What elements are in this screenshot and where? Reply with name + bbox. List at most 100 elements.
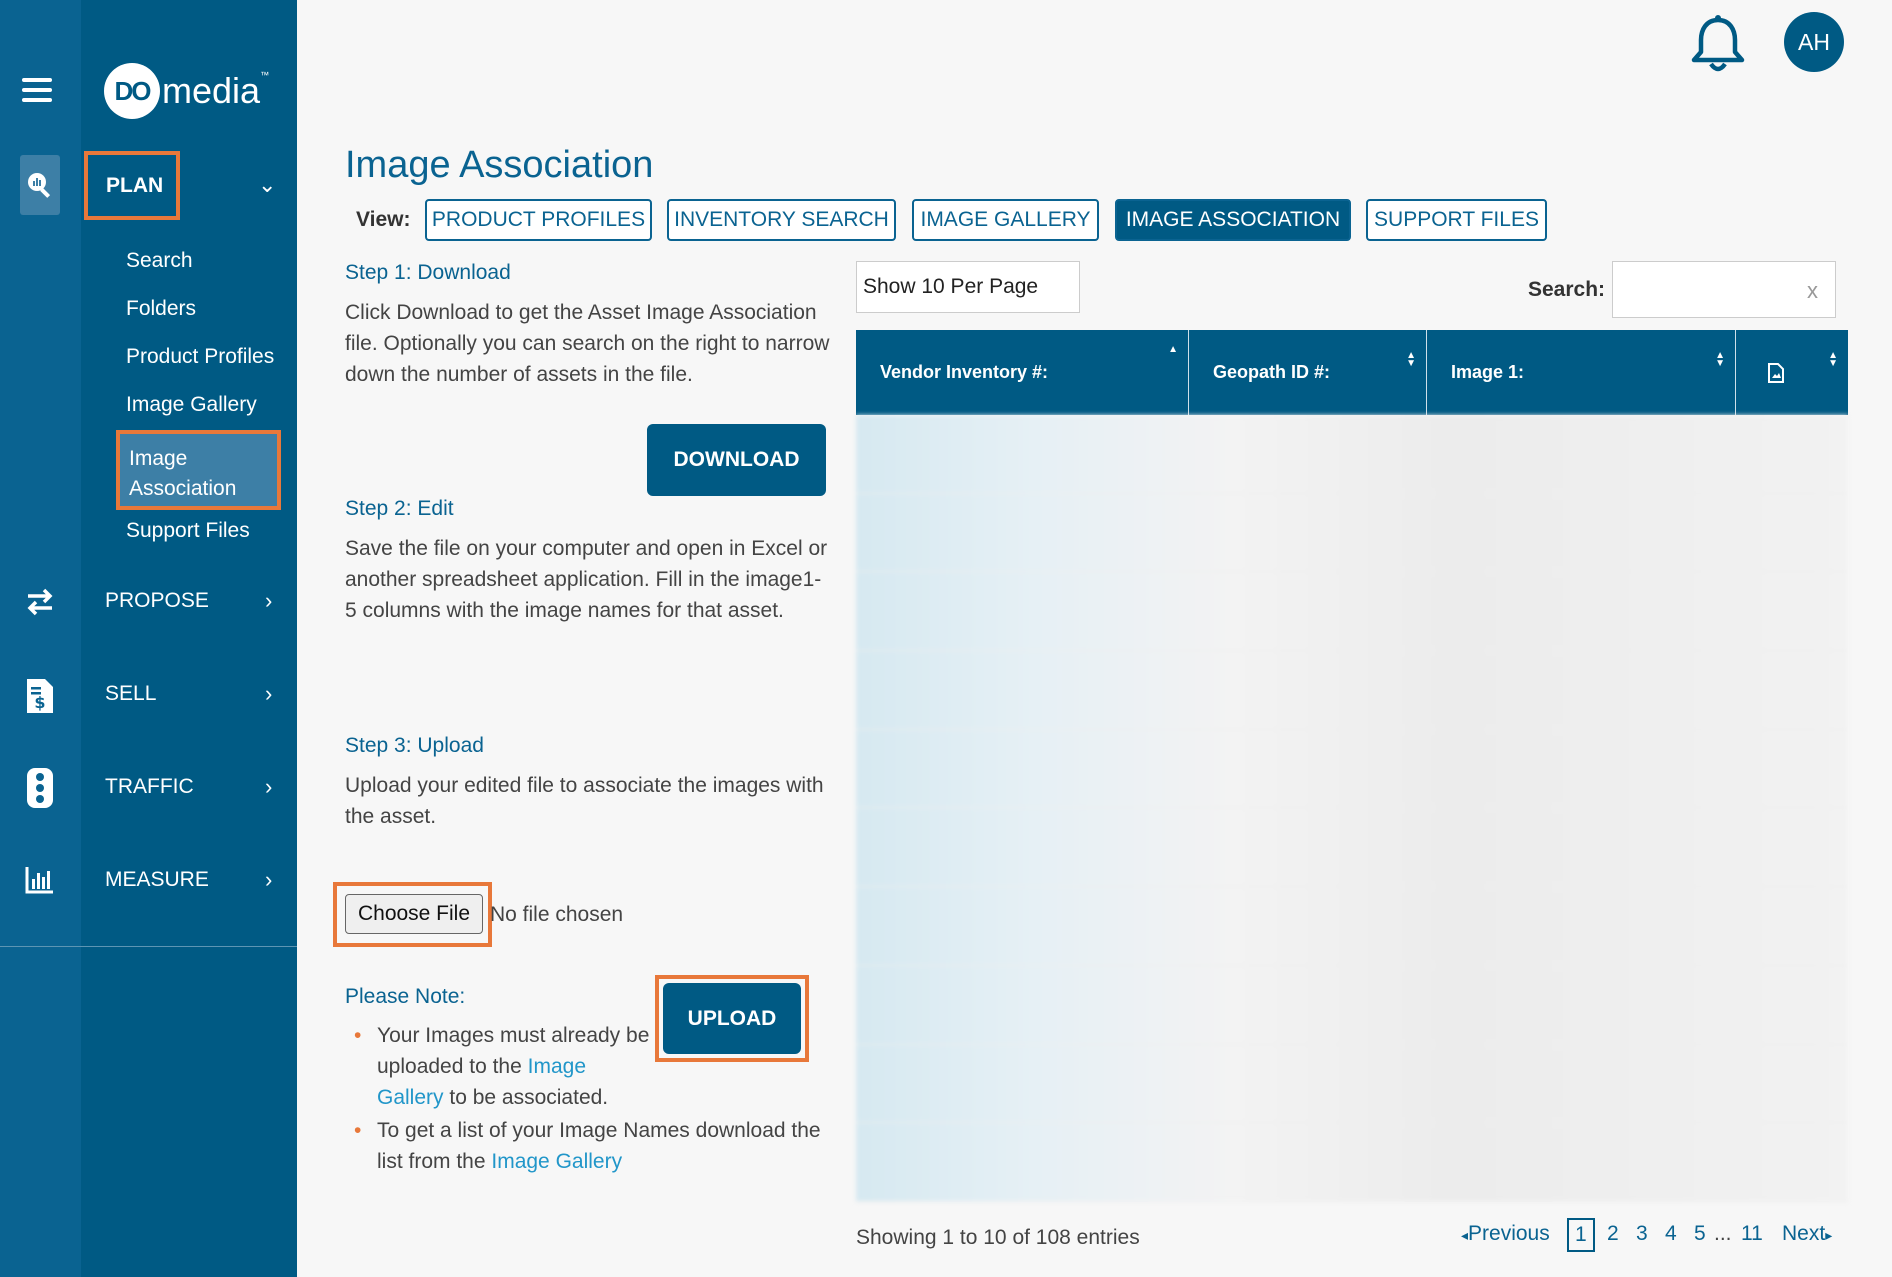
tab-support-files[interactable]: SUPPORT FILES bbox=[1366, 199, 1547, 241]
table-row[interactable] bbox=[856, 415, 1848, 494]
table-row[interactable] bbox=[856, 808, 1848, 888]
pager-page-current[interactable]: 1 bbox=[1567, 1218, 1595, 1252]
logo-mark: DO bbox=[104, 63, 160, 119]
pager-next-label: Next bbox=[1782, 1222, 1826, 1245]
measure-chart-icon[interactable] bbox=[20, 860, 60, 900]
table-row[interactable] bbox=[856, 494, 1848, 573]
step1-title: Step 1: Download bbox=[345, 261, 511, 284]
logo-text: media bbox=[162, 70, 261, 111]
sort-icon: ▲ ▼ bbox=[1406, 350, 1416, 369]
view-label: View: bbox=[356, 208, 411, 231]
table-info: Showing 1 to 10 of 108 entries bbox=[856, 1226, 1140, 1249]
pager-page-last[interactable]: 11 bbox=[1741, 1222, 1763, 1246]
note-title: Please Note: bbox=[345, 985, 466, 1008]
per-page-select[interactable]: Show 10 Per Page bbox=[856, 261, 1080, 313]
subnav-image-association-line1: Image bbox=[129, 447, 188, 470]
subnav-product-profiles[interactable]: Product Profiles bbox=[126, 345, 274, 369]
file-status: No file chosen bbox=[490, 903, 624, 926]
caret-left-icon: ◂ bbox=[1461, 1227, 1469, 1243]
step1-text: Click Download to get the Asset Image As… bbox=[345, 301, 830, 386]
col-image-1-label: Image 1: bbox=[1451, 362, 1525, 382]
logo-trademark: ™ bbox=[260, 70, 270, 80]
subnav-image-association[interactable]: Image Association bbox=[116, 430, 281, 510]
notification-bell-icon[interactable] bbox=[1688, 14, 1748, 76]
sort-asc-icon: ▲ bbox=[1168, 344, 1178, 355]
caret-right-icon: ▸ bbox=[1825, 1227, 1833, 1243]
subnav-search[interactable]: Search bbox=[126, 249, 193, 273]
note-item: To get a list of your Image Names downlo… bbox=[352, 1115, 822, 1177]
table-row[interactable] bbox=[856, 1045, 1848, 1124]
subnav-image-association-line2: Association bbox=[129, 477, 237, 500]
hamburger-menu-icon[interactable] bbox=[22, 78, 52, 102]
table-row[interactable] bbox=[856, 966, 1848, 1045]
subnav-folders[interactable]: Folders bbox=[126, 297, 196, 321]
pager-page[interactable]: 4 bbox=[1665, 1222, 1677, 1246]
table-row[interactable] bbox=[856, 572, 1848, 652]
col-vendor-inventory-label: Vendor Inventory #: bbox=[880, 362, 1049, 382]
note1-text-b: to be associated. bbox=[443, 1086, 609, 1109]
note-list: Your Images must already be uploaded to … bbox=[352, 1020, 822, 1179]
nav-sell[interactable]: SELL › bbox=[105, 681, 272, 706]
choose-file-button[interactable]: Choose File bbox=[345, 894, 483, 934]
table-body bbox=[856, 415, 1848, 1202]
nav-measure[interactable]: MEASURE › bbox=[105, 867, 272, 892]
tab-image-association[interactable]: IMAGE ASSOCIATION bbox=[1115, 199, 1351, 241]
pager-page[interactable]: 3 bbox=[1636, 1222, 1648, 1246]
chevron-right-icon: › bbox=[265, 867, 273, 892]
table-header: Vendor Inventory #: ▲ Geopath ID #: ▲ ▼ Ima… bbox=[856, 330, 1848, 415]
traffic-light-icon[interactable] bbox=[20, 768, 60, 808]
col-geopath-id[interactable]: Geopath ID #: ▲ ▼ bbox=[1189, 330, 1427, 415]
chevron-right-icon: › bbox=[265, 774, 273, 799]
search-label: Search: bbox=[1528, 278, 1606, 301]
page-title: Image Association bbox=[345, 144, 654, 186]
col-image-file[interactable]: ▲ ▼ bbox=[1736, 330, 1848, 415]
nav-propose-label: PROPOSE bbox=[105, 589, 209, 612]
table-row[interactable] bbox=[856, 730, 1848, 809]
chevron-right-icon: › bbox=[265, 588, 273, 613]
chevron-right-icon: › bbox=[265, 681, 273, 706]
col-image-1[interactable]: Image 1: ▲ ▼ bbox=[1427, 330, 1736, 415]
image-file-icon bbox=[1768, 362, 1784, 383]
propose-arrows-icon[interactable] bbox=[20, 582, 60, 622]
subnav-support-files[interactable]: Support Files bbox=[126, 519, 250, 543]
table-row[interactable] bbox=[856, 1123, 1848, 1202]
tab-product-profiles[interactable]: PRODUCT PROFILES bbox=[425, 199, 652, 241]
plan-search-icon[interactable] bbox=[20, 155, 60, 215]
note1-text-a: Your Images must already be uploaded to … bbox=[377, 1024, 650, 1078]
step2-title: Step 2: Edit bbox=[345, 497, 454, 520]
sort-icon: ▲ ▼ bbox=[1715, 350, 1725, 369]
col-geopath-id-label: Geopath ID #: bbox=[1213, 362, 1331, 382]
nav-traffic[interactable]: TRAFFIC › bbox=[105, 774, 272, 799]
download-button[interactable]: DOWNLOAD bbox=[647, 424, 826, 496]
image-gallery-link[interactable]: Image Gallery bbox=[491, 1150, 622, 1173]
step3-title: Step 3: Upload bbox=[345, 734, 484, 757]
nav-sell-label: SELL bbox=[105, 682, 157, 705]
col-vendor-inventory[interactable]: Vendor Inventory #: ▲ bbox=[856, 330, 1189, 415]
nav-propose[interactable]: PROPOSE › bbox=[105, 588, 272, 613]
note-item: Your Images must already be uploaded to … bbox=[352, 1020, 652, 1113]
svg-text:$: $ bbox=[34, 693, 45, 712]
tab-image-gallery[interactable]: IMAGE GALLERY bbox=[912, 199, 1099, 241]
sort-icon: ▲ ▼ bbox=[1828, 350, 1838, 369]
subnav-image-gallery[interactable]: Image Gallery bbox=[126, 393, 257, 417]
table-row[interactable] bbox=[856, 651, 1848, 730]
pager-page[interactable]: 2 bbox=[1607, 1222, 1619, 1246]
nav-measure-label: MEASURE bbox=[105, 868, 209, 891]
pager-previous[interactable]: ◂Previous bbox=[1461, 1222, 1550, 1246]
nav-traffic-label: TRAFFIC bbox=[105, 775, 194, 798]
chevron-down-icon[interactable]: ⌄ bbox=[258, 172, 276, 198]
user-avatar[interactable]: AH bbox=[1784, 12, 1844, 72]
sell-invoice-icon[interactable]: $ bbox=[20, 676, 60, 716]
clear-search-icon[interactable]: x bbox=[1807, 278, 1818, 304]
nav-plan[interactable]: PLAN bbox=[84, 151, 180, 220]
pager-ellipsis: ... bbox=[1714, 1222, 1732, 1245]
step2-text: Save the file on your computer and open … bbox=[345, 537, 828, 622]
domedia-logo[interactable]: DO media ™ bbox=[104, 62, 269, 120]
pager-next[interactable]: Next▸ bbox=[1782, 1222, 1832, 1246]
pager-previous-label: Previous bbox=[1468, 1222, 1550, 1245]
search-input[interactable] bbox=[1612, 261, 1836, 318]
pager-page[interactable]: 5 bbox=[1694, 1222, 1706, 1246]
tab-inventory-search[interactable]: INVENTORY SEARCH bbox=[667, 199, 896, 241]
table-row[interactable] bbox=[856, 887, 1848, 966]
sidebar-divider bbox=[0, 946, 297, 947]
